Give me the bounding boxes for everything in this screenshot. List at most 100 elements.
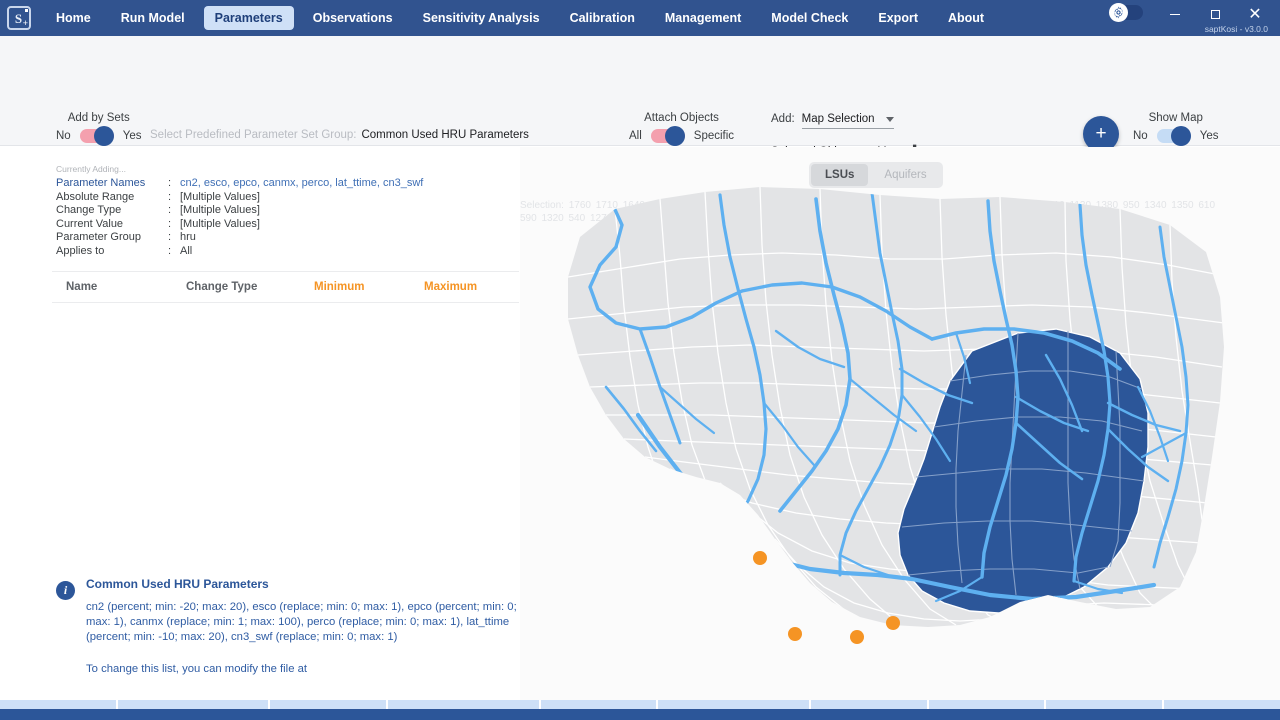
- add-label: Add:: [771, 113, 795, 125]
- gauge-marker[interactable]: [850, 630, 864, 644]
- parameters-toolbar: Add by Sets No Yes Select Predefined Par…: [0, 36, 1280, 160]
- add-by-sets-off-label: No: [56, 130, 71, 142]
- parameter-summary-row: Parameter Names : cn2, esco, epco, canmx…: [56, 177, 423, 190]
- row-key: Parameter Group: [56, 231, 141, 243]
- minimize-button[interactable]: [1162, 3, 1188, 25]
- nav-items: Home Run Model Parameters Observations S…: [41, 0, 999, 36]
- parameter-summary-row: Change Type : [Multiple Values]: [56, 204, 423, 217]
- status-segment: [540, 700, 657, 709]
- show-map-group: Show Map No Yes: [1133, 112, 1219, 146]
- row-key: Change Type: [56, 204, 122, 216]
- info-box: i Common Used HRU Parameters cn2 (percen…: [56, 577, 526, 675]
- row-colon: :: [168, 231, 172, 243]
- close-button[interactable]: ✕: [1242, 3, 1268, 25]
- status-segment: [928, 700, 1045, 709]
- top-navigation-bar: S + Home Run Model Parameters Observatio…: [0, 0, 1280, 36]
- row-colon: :: [168, 217, 172, 230]
- nav-item-about[interactable]: About: [937, 6, 995, 30]
- parameter-summary-row: Parameter Group : hru: [56, 231, 423, 244]
- info-box-link[interactable]: To change this list, you can modify the …: [86, 663, 526, 675]
- column-header-name[interactable]: Name: [66, 281, 186, 293]
- gauge-marker[interactable]: [788, 627, 802, 641]
- nav-item-observations[interactable]: Observations: [302, 6, 404, 30]
- column-header-minimum[interactable]: Minimum: [314, 281, 424, 293]
- parameter-summary-row: Current Value : [Multiple Values]: [56, 218, 423, 231]
- parameter-summary-row: Absolute Range : [Multiple Values]: [56, 191, 423, 204]
- app-version-label: saptKosi - v3.0.0: [1204, 24, 1268, 34]
- row-colon: :: [168, 177, 172, 189]
- parameter-left-panel: Currently Adding... Parameter Names : cn…: [0, 147, 520, 700]
- minimize-icon: [1170, 13, 1180, 15]
- status-segment: [1164, 700, 1280, 709]
- toggle-knob: [1170, 126, 1191, 146]
- attach-objects-caption: Attach Objects: [644, 112, 719, 124]
- row-key: Current Value: [56, 217, 124, 230]
- status-segment: [117, 700, 269, 709]
- row-colon: :: [168, 244, 172, 257]
- chevron-down-icon: [885, 116, 894, 122]
- logo-dot: [25, 9, 28, 12]
- row-value: hru: [180, 231, 196, 243]
- show-map-caption: Show Map: [1148, 112, 1203, 124]
- add-by-sets-toggle[interactable]: [79, 126, 114, 146]
- attach-objects-toggle[interactable]: [650, 126, 685, 146]
- info-icon: i: [56, 581, 75, 600]
- row-colon: :: [168, 204, 172, 216]
- nav-item-management[interactable]: Management: [654, 6, 752, 30]
- nav-item-run-model[interactable]: Run Model: [110, 6, 196, 30]
- row-colon: :: [168, 190, 172, 203]
- row-value: All: [180, 244, 193, 257]
- maximize-icon: [1210, 9, 1220, 19]
- add-by-sets-on-label: Yes: [122, 130, 142, 142]
- nav-item-parameters[interactable]: Parameters: [203, 6, 294, 30]
- attach-objects-group: Attach Objects All Specific: [629, 112, 734, 146]
- row-value: [Multiple Values]: [180, 204, 260, 216]
- status-segment: [1046, 700, 1163, 709]
- bottom-bar: [0, 709, 1280, 720]
- column-header-maximum[interactable]: Maximum: [424, 281, 477, 293]
- row-value: [Multiple Values]: [180, 190, 260, 203]
- row-key: Absolute Range: [56, 190, 135, 203]
- predefined-set-value[interactable]: Common Used HRU Parameters: [361, 129, 528, 141]
- parameter-summary-list: Parameter Names : cn2, esco, epco, canmx…: [56, 177, 423, 258]
- maximize-button[interactable]: [1202, 3, 1228, 25]
- show-map-switch-row: No Yes: [1133, 126, 1219, 146]
- toggle-knob: [93, 126, 114, 146]
- add-mode-value: Map Selection: [801, 113, 875, 125]
- status-progress-strip: [0, 700, 1280, 709]
- status-segment: [270, 700, 387, 709]
- info-box-title: Common Used HRU Parameters: [86, 577, 269, 591]
- show-map-on-label: Yes: [1199, 130, 1219, 142]
- status-segment: [658, 700, 809, 709]
- add-by-sets-group: Add by Sets No Yes: [56, 112, 142, 146]
- add-by-sets-caption: Add by Sets: [67, 112, 130, 124]
- predefined-set-label: Select Predefined Parameter Set Group:: [150, 129, 357, 141]
- logo-letter: S: [14, 10, 23, 26]
- info-box-body: cn2 (percent; min: -20; max: 20), esco (…: [86, 601, 517, 643]
- show-map-toggle[interactable]: [1156, 126, 1191, 146]
- add-mode-dropdown[interactable]: Map Selection: [801, 112, 894, 129]
- gauge-marker[interactable]: [753, 551, 767, 565]
- row-value: [Multiple Values]: [180, 217, 260, 230]
- swatplus-logo-icon: S +: [7, 6, 31, 30]
- nav-item-model-check[interactable]: Model Check: [760, 6, 859, 30]
- predefined-set-group: Select Predefined Parameter Set Group: C…: [150, 129, 529, 141]
- nav-item-sensitivity-analysis[interactable]: Sensitivity Analysis: [412, 6, 551, 30]
- status-segment: [0, 700, 116, 709]
- add-by-sets-switch-row: No Yes: [56, 126, 142, 146]
- currently-adding-label: Currently Adding...: [56, 164, 126, 174]
- theme-toggle[interactable]: [1109, 3, 1143, 22]
- parameter-table-header: Name Change Type Minimum Maximum: [52, 271, 519, 303]
- column-header-change-type[interactable]: Change Type: [186, 281, 314, 293]
- parameter-summary-row: Applies to : All: [56, 245, 423, 258]
- row-key: Parameter Names: [56, 177, 146, 189]
- status-segment: [810, 700, 927, 709]
- row-key: Applies to: [56, 244, 105, 257]
- gauge-marker[interactable]: [886, 616, 900, 630]
- gear-icon: [1109, 3, 1128, 22]
- nav-item-export[interactable]: Export: [867, 6, 929, 30]
- nav-item-home[interactable]: Home: [45, 6, 102, 30]
- nav-item-calibration[interactable]: Calibration: [559, 6, 646, 30]
- logo-plus: +: [22, 18, 28, 28]
- watershed-map[interactable]: [520, 147, 1280, 700]
